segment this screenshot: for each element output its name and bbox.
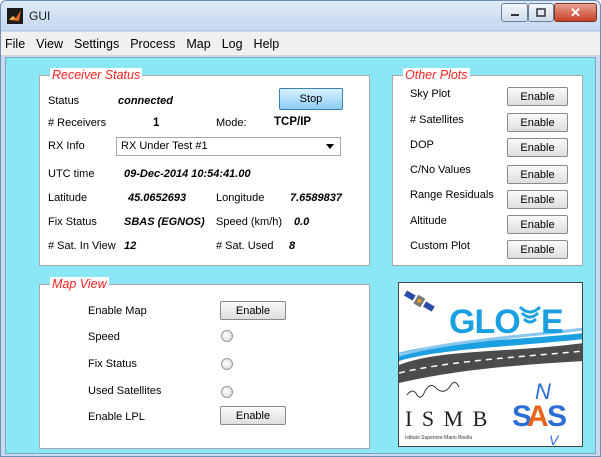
map-view-title: Map View: [50, 277, 109, 291]
menu-file[interactable]: File: [4, 35, 26, 53]
sat-in-view-value: 12: [124, 240, 137, 252]
svg-text:Istituto Superiore Mario Boell: Istituto Superiore Mario Boella: [405, 435, 472, 441]
custom-plot-enable-button[interactable]: Enable: [507, 240, 568, 259]
svg-text:N: N: [535, 379, 551, 404]
mode-value: TCP/IP: [274, 116, 312, 128]
used-satellites-label: Used Satellites: [88, 385, 162, 397]
menu-help[interactable]: Help: [253, 35, 281, 53]
minimize-button[interactable]: [501, 3, 528, 22]
fix-status-label: Fix Status: [48, 216, 97, 228]
close-icon: ✕: [570, 4, 581, 20]
rxinfo-selected: RX Under Test #1: [121, 140, 208, 152]
svg-text:A: A: [527, 400, 548, 433]
range-residuals-enable-button[interactable]: Enable: [507, 190, 568, 209]
minimize-icon: [510, 13, 519, 16]
speed-radio[interactable]: [221, 330, 233, 342]
menu-settings[interactable]: Settings: [73, 35, 120, 53]
sky-plot-enable-button[interactable]: Enable: [507, 87, 568, 106]
latitude-value: 45.0652693: [128, 192, 187, 204]
close-button[interactable]: ✕: [554, 3, 597, 22]
sat-used-value: 8: [289, 240, 296, 252]
altitude-label: Altitude: [410, 215, 447, 227]
satellites-enable-button[interactable]: Enable: [507, 113, 568, 132]
map-view-panel: Map View Enable Map Enable Speed Fix Sta…: [39, 277, 370, 449]
fix-status-radio[interactable]: [221, 358, 233, 370]
receiver-status-panel: Receiver Status Status connected Stop # …: [39, 68, 370, 266]
stop-button[interactable]: Stop: [279, 88, 343, 110]
speed-label: Speed (km/h): [216, 216, 283, 228]
longitude-value: 7.6589837: [290, 192, 342, 204]
mode-label: Mode:: [216, 117, 247, 129]
client-area: Receiver Status Status connected Stop # …: [5, 57, 596, 454]
svg-text:I S M B: I S M B: [405, 406, 489, 431]
chevron-down-icon: [326, 144, 334, 149]
menu-log[interactable]: Log: [221, 35, 244, 53]
range-residuals-label: Range Residuals: [410, 189, 494, 201]
satellites-label: # Satellites: [410, 114, 464, 126]
cno-values-label: C/No Values: [410, 164, 471, 176]
other-plots-panel: Other Plots Sky Plot Enable # Satellites…: [392, 68, 583, 266]
logos-panel: GLO E I S M B Istituto Superiore Mario B…: [398, 282, 583, 447]
custom-plot-label: Custom Plot: [410, 240, 470, 252]
speed-value: 0.0: [294, 216, 310, 228]
receivers-value: 1: [153, 117, 160, 129]
app-window: GUI ✕ File View Settings Process Map Log…: [0, 0, 601, 457]
longitude-label: Longitude: [216, 192, 265, 204]
rxinfo-label: RX Info: [48, 140, 85, 152]
enable-map-label: Enable Map: [88, 305, 147, 317]
receivers-label: # Receivers: [48, 117, 107, 129]
glove-logo: GLO E: [399, 290, 582, 383]
fix-status-value: SBAS (EGNOS): [124, 216, 205, 228]
ismb-logo: I S M B Istituto Superiore Mario Boella: [405, 381, 489, 441]
enable-lpl-button[interactable]: Enable: [220, 406, 286, 425]
menu-bar: File View Settings Process Map Log Help: [1, 32, 600, 56]
maximize-icon: [536, 7, 546, 17]
other-plots-title: Other Plots: [403, 68, 470, 82]
svg-text:V: V: [549, 432, 560, 447]
rxinfo-select[interactable]: RX Under Test #1: [116, 137, 341, 156]
utc-value: 09-Dec-2014 10:54:41.00: [124, 168, 251, 180]
logos-image: GLO E I S M B Istituto Superiore Mario B…: [399, 290, 582, 447]
used-satellites-radio[interactable]: [221, 386, 233, 398]
menu-view[interactable]: View: [35, 35, 64, 53]
window-title: GUI: [29, 9, 51, 23]
utc-label: UTC time: [48, 168, 95, 180]
svg-text:S: S: [547, 400, 566, 433]
status-label: Status: [48, 95, 80, 107]
svg-text:E: E: [541, 303, 564, 341]
receiver-status-title: Receiver Status: [50, 68, 143, 82]
dop-enable-button[interactable]: Enable: [507, 138, 568, 157]
latitude-label: Latitude: [48, 192, 88, 204]
map-fix-status-label: Fix Status: [88, 358, 137, 370]
status-value: connected: [118, 95, 174, 107]
sat-in-view-label: # Sat. In View: [48, 240, 116, 252]
cno-values-enable-button[interactable]: Enable: [507, 165, 568, 184]
enable-lpl-label: Enable LPL: [88, 411, 145, 423]
navsas-logo: S A S N V: [512, 379, 568, 447]
map-speed-label: Speed: [88, 331, 120, 343]
sky-plot-label: Sky Plot: [410, 88, 451, 100]
menu-map[interactable]: Map: [185, 35, 211, 53]
menu-process[interactable]: Process: [129, 35, 176, 53]
altitude-enable-button[interactable]: Enable: [507, 215, 568, 234]
matlab-icon: [7, 8, 23, 24]
glove-text: GLO: [449, 303, 520, 341]
title-bar[interactable]: GUI ✕: [1, 1, 600, 31]
dop-label: DOP: [410, 139, 434, 151]
maximize-button[interactable]: [528, 3, 554, 22]
sat-used-label: # Sat. Used: [216, 240, 274, 252]
enable-map-button[interactable]: Enable: [220, 301, 286, 320]
